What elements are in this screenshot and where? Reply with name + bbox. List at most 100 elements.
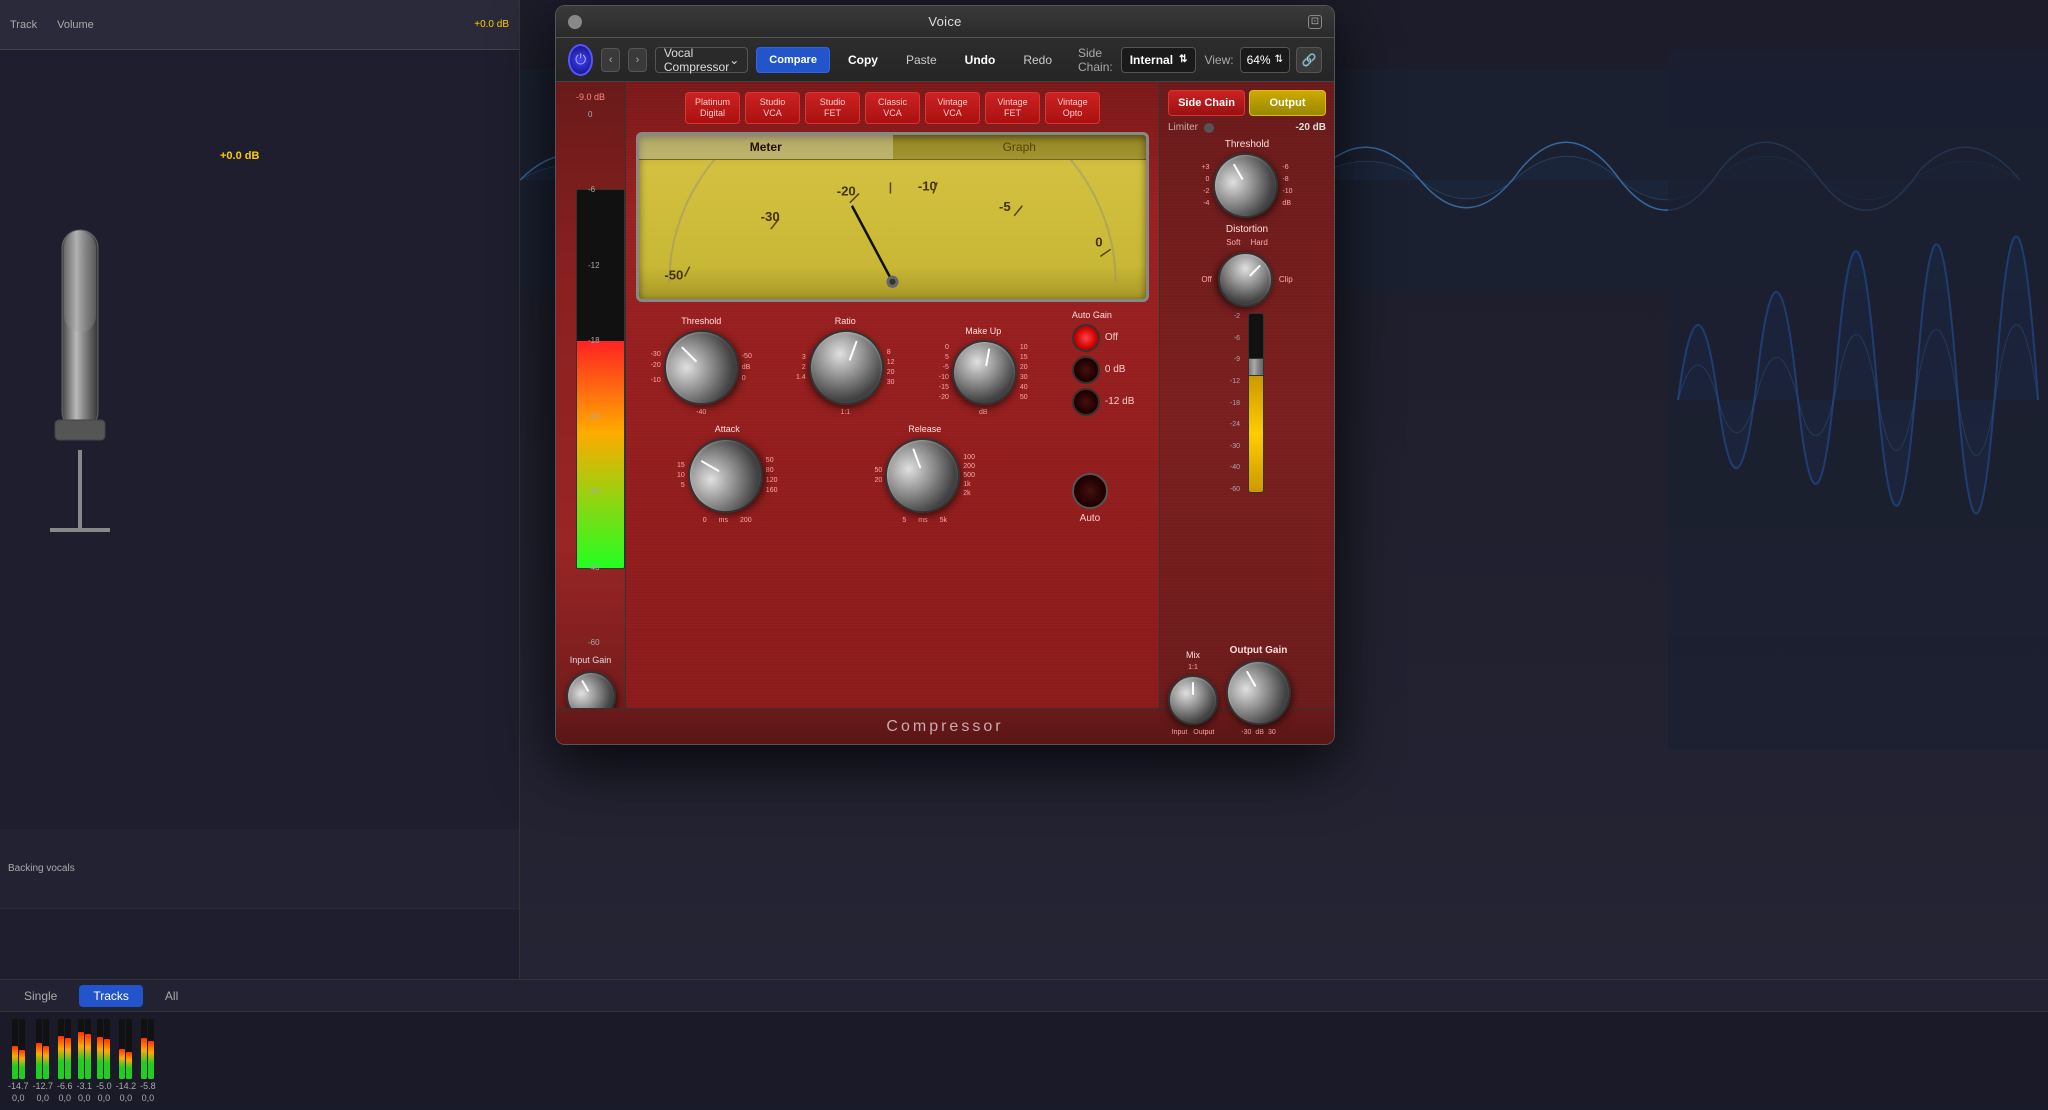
meter-group-5: -5.0 0,0 (96, 1019, 112, 1103)
track-backing-label: Backing vocals (8, 863, 75, 874)
mix-ratio: 1:1 (1188, 664, 1198, 671)
meter-val-7: -5.8 (140, 1081, 156, 1091)
preset-platinum[interactable]: Platinum Digital (685, 92, 740, 124)
meter-fill-7l (141, 1038, 147, 1079)
meter-val-4: -3.1 (77, 1081, 93, 1091)
expand-button[interactable]: ⊡ (1308, 15, 1322, 29)
meter-fill-5r (104, 1039, 110, 1079)
distortion-sub-labels: Soft Hard (1226, 238, 1268, 247)
microphone-area (20, 150, 140, 550)
meter-fill-1l (12, 1046, 18, 1079)
meter-bar-5l (97, 1019, 103, 1079)
compare-button[interactable]: Compare (756, 47, 830, 73)
preset-studio-vca[interactable]: Studio VCA (745, 92, 800, 124)
meter-group-2: -12.7 0,0 (33, 1019, 54, 1103)
vu-arc-svg: -50 -30 -20 -10 -5 0 (639, 160, 1146, 292)
preset-selector[interactable]: Vocal Compressor ⌄ (655, 47, 748, 73)
svg-text:-50: -50 (664, 267, 683, 282)
attack-knob[interactable] (674, 424, 776, 526)
meter-fill-3l (58, 1036, 64, 1079)
footer-title: Compressor (886, 718, 1003, 736)
track-area: Track Volume +0.0 dB +0. (0, 0, 520, 1109)
meter-group-7: -5.8 0,0 (140, 1019, 156, 1103)
daw-meters-row: -14.7 0,0 -12.7 0,0 (0, 1012, 2048, 1110)
daw-tab-tracks[interactable]: Tracks (79, 985, 143, 1007)
meter-val-1b: 0,0 (12, 1093, 25, 1103)
svg-text:-20: -20 (837, 183, 856, 198)
meter-val-2: -12.7 (33, 1081, 54, 1091)
meter-bar-3r (65, 1019, 71, 1079)
output-gain-knob[interactable] (1214, 648, 1303, 737)
meter-fill-6l (119, 1049, 125, 1079)
output-gain-label: Output Gain (1230, 645, 1288, 656)
daw-tab-single[interactable]: Single (10, 985, 71, 1007)
release-knob[interactable] (875, 427, 971, 523)
input-meter-fill (577, 341, 624, 568)
power-button[interactable]: ⏻ (568, 44, 593, 76)
paste-button[interactable]: Paste (896, 47, 947, 73)
mix-knob[interactable] (1168, 675, 1218, 725)
threshold-knob[interactable] (648, 314, 754, 420)
auto-gain-led-1[interactable] (1072, 324, 1100, 352)
makeup-group: Make Up 0 5 -5 -10 -15 -20 10 (939, 326, 1028, 416)
meter-pair-5 (97, 1019, 110, 1079)
threshold-label: Threshold (681, 316, 721, 326)
scale-minus30: -30 (588, 487, 600, 496)
meter-tab[interactable]: Meter (639, 135, 893, 159)
meter-val-7b: 0,0 (142, 1093, 155, 1103)
view-select[interactable]: 64% ⇅ (1240, 47, 1290, 73)
meter-bar-6l (119, 1019, 125, 1079)
close-button[interactable] (568, 15, 582, 29)
meter-bar-4r (85, 1019, 91, 1079)
makeup-knob[interactable] (947, 334, 1022, 409)
preset-vintage-fet[interactable]: Vintage FET (985, 92, 1040, 124)
preset-studio-fet[interactable]: Studio FET (805, 92, 860, 124)
input-gain-label: Input Gain (570, 655, 612, 665)
output-fader-fill (1249, 376, 1263, 492)
ratio-knob[interactable] (798, 319, 894, 415)
right-panel: Side Chain Output Limiter -20 dB Thresho… (1159, 82, 1334, 744)
daw-tab-all[interactable]: All (151, 985, 192, 1007)
preset-vintage-vca[interactable]: Vintage VCA (925, 92, 980, 124)
meter-val-4b: 0,0 (78, 1093, 91, 1103)
preset-value: Vocal Compressor (664, 46, 729, 74)
meter-group-1: -14.7 0,0 (8, 1019, 29, 1103)
copy-button[interactable]: Copy (838, 47, 888, 73)
undo-button[interactable]: Undo (955, 47, 1006, 73)
auto-gain-led-2[interactable] (1072, 356, 1100, 384)
input-db-label: -9.0 dB (576, 92, 605, 102)
meter-bar-5r (104, 1019, 110, 1079)
meter-group-3: -6.6 0,0 (57, 1019, 73, 1103)
next-button[interactable]: › (628, 48, 647, 72)
meter-bar-1r (19, 1019, 25, 1079)
graph-tab[interactable]: Graph (893, 135, 1147, 159)
sidechain-tab[interactable]: Side Chain (1168, 90, 1245, 116)
meter-bar-6r (126, 1019, 132, 1079)
right-threshold-knob[interactable] (1202, 141, 1291, 230)
distortion-clip-label: Clip (1279, 275, 1293, 284)
auto-gain-12db-row: -12 dB (1072, 388, 1134, 416)
meter-bar-2l (36, 1019, 42, 1079)
vu-meter-body: -50 -30 -20 -10 -5 0 (639, 160, 1146, 292)
auto-button[interactable] (1072, 473, 1108, 509)
svg-text:0: 0 (1095, 234, 1102, 249)
meter-pair-6 (119, 1019, 132, 1079)
sidechain-select[interactable]: Internal ⇅ (1121, 47, 1197, 73)
distortion-section: Distortion Soft Hard Off Clip (1168, 224, 1326, 307)
preset-buttons-row: Platinum Digital Studio VCA Studio FET C… (636, 92, 1149, 124)
auto-gain-led-3[interactable] (1072, 388, 1100, 416)
output-tab[interactable]: Output (1249, 90, 1326, 116)
power-icon: ⏻ (575, 51, 586, 68)
track-header: Track Volume +0.0 dB (0, 0, 519, 50)
preset-vintage-opto[interactable]: Vintage Opto (1045, 92, 1100, 124)
output-fader-thumb[interactable] (1248, 358, 1264, 376)
auto-gain-group: Auto Gain Off 0 dB -12 dB (1072, 310, 1134, 416)
svg-text:-5: -5 (999, 198, 1011, 213)
distortion-knob[interactable] (1206, 241, 1284, 319)
meter-pair-3 (58, 1019, 71, 1079)
redo-button[interactable]: Redo (1013, 47, 1062, 73)
prev-button[interactable]: ‹ (601, 48, 620, 72)
link-button[interactable]: 🔗 (1296, 47, 1322, 73)
preset-classic-vca[interactable]: Classic VCA (865, 92, 920, 124)
scale-0: 0 (588, 110, 600, 119)
